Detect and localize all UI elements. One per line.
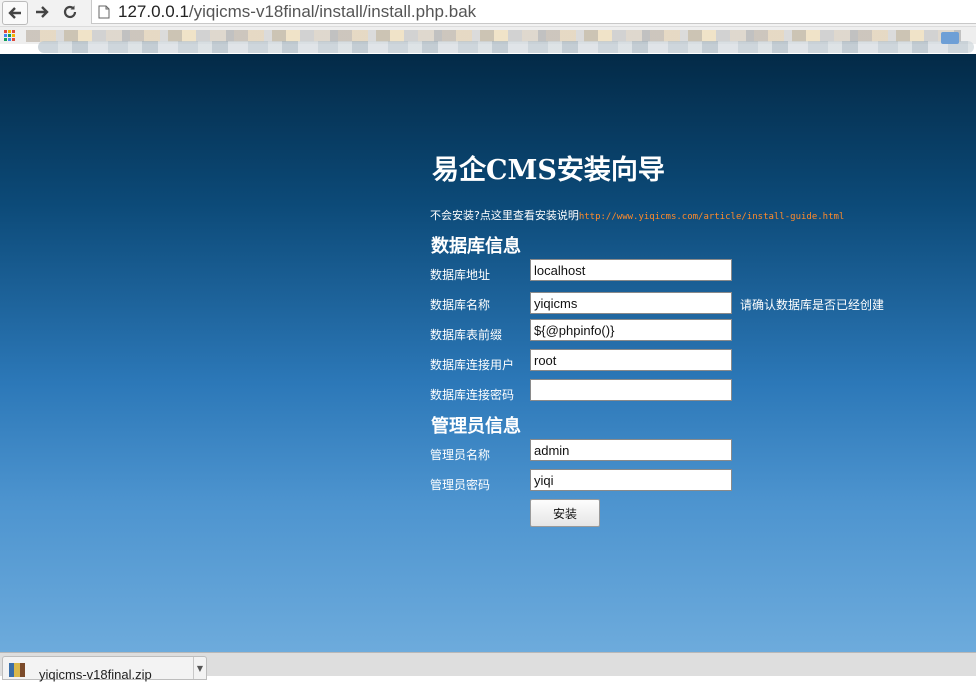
db-host-input[interactable]: [530, 259, 732, 281]
admin-password-input[interactable]: [530, 469, 732, 491]
download-menu-button[interactable]: ▼: [193, 657, 206, 679]
page-icon: [98, 5, 110, 18]
reload-button[interactable]: [58, 1, 82, 23]
url-path: /yiqicms-v18final/install/install.php.ba…: [188, 1, 477, 21]
admin-name-label: 管理员名称: [430, 448, 491, 462]
reload-icon: [63, 5, 77, 19]
help-link[interactable]: http://www.yiqicms.com/article/install-g…: [579, 212, 845, 222]
install-page: 易企CMS安装向导 不会安装?点这里查看安装说明http://www.yiqic…: [0, 54, 976, 652]
chevron-down-icon: ▼: [196, 663, 204, 673]
db-name-label: 数据库名称: [430, 298, 491, 312]
db-user-input[interactable]: [530, 349, 732, 371]
arrow-left-icon: [8, 7, 21, 19]
download-bar: yiqicms-v18final.zip ▼: [0, 652, 976, 682]
database-section-title: 数据库信息: [431, 236, 521, 257]
arrow-right-icon: [36, 6, 49, 18]
blurred-bookmarks-shadow: [38, 41, 974, 53]
browser-toolbar: 127.0.0.1/yiqicms-v18final/install/insta…: [0, 0, 976, 27]
db-name-input[interactable]: [530, 292, 732, 314]
db-prefix-input[interactable]: [530, 319, 732, 341]
help-text: 不会安装?点这里查看安装说明: [430, 209, 579, 222]
url-host: 127.0.0.1: [118, 1, 189, 21]
help-line: 不会安装?点这里查看安装说明http://www.yiqicms.com/art…: [430, 207, 844, 223]
apps-icon[interactable]: [4, 30, 16, 42]
install-button[interactable]: 安装: [530, 499, 600, 527]
db-name-note: 请确认数据库是否已经创建: [740, 298, 885, 312]
db-host-label: 数据库地址: [430, 268, 491, 282]
admin-password-label: 管理员密码: [430, 478, 491, 492]
back-button[interactable]: [2, 1, 28, 25]
address-bar[interactable]: 127.0.0.1/yiqicms-v18final/install/insta…: [91, 0, 976, 24]
forward-button[interactable]: [30, 1, 54, 23]
bookmark-folder-icon[interactable]: [941, 32, 959, 44]
url-text[interactable]: 127.0.0.1/yiqicms-v18final/install/insta…: [118, 2, 476, 22]
db-prefix-label: 数据库表前缀: [430, 328, 503, 342]
db-password-input[interactable]: [530, 379, 732, 401]
admin-name-input[interactable]: [530, 439, 732, 461]
db-user-label: 数据库连接用户: [430, 358, 515, 372]
admin-section-title: 管理员信息: [431, 416, 521, 437]
page-title: 易企CMS安装向导: [432, 155, 665, 186]
download-item[interactable]: yiqicms-v18final.zip ▼: [2, 656, 207, 682]
db-password-label: 数据库连接密码: [430, 388, 515, 402]
